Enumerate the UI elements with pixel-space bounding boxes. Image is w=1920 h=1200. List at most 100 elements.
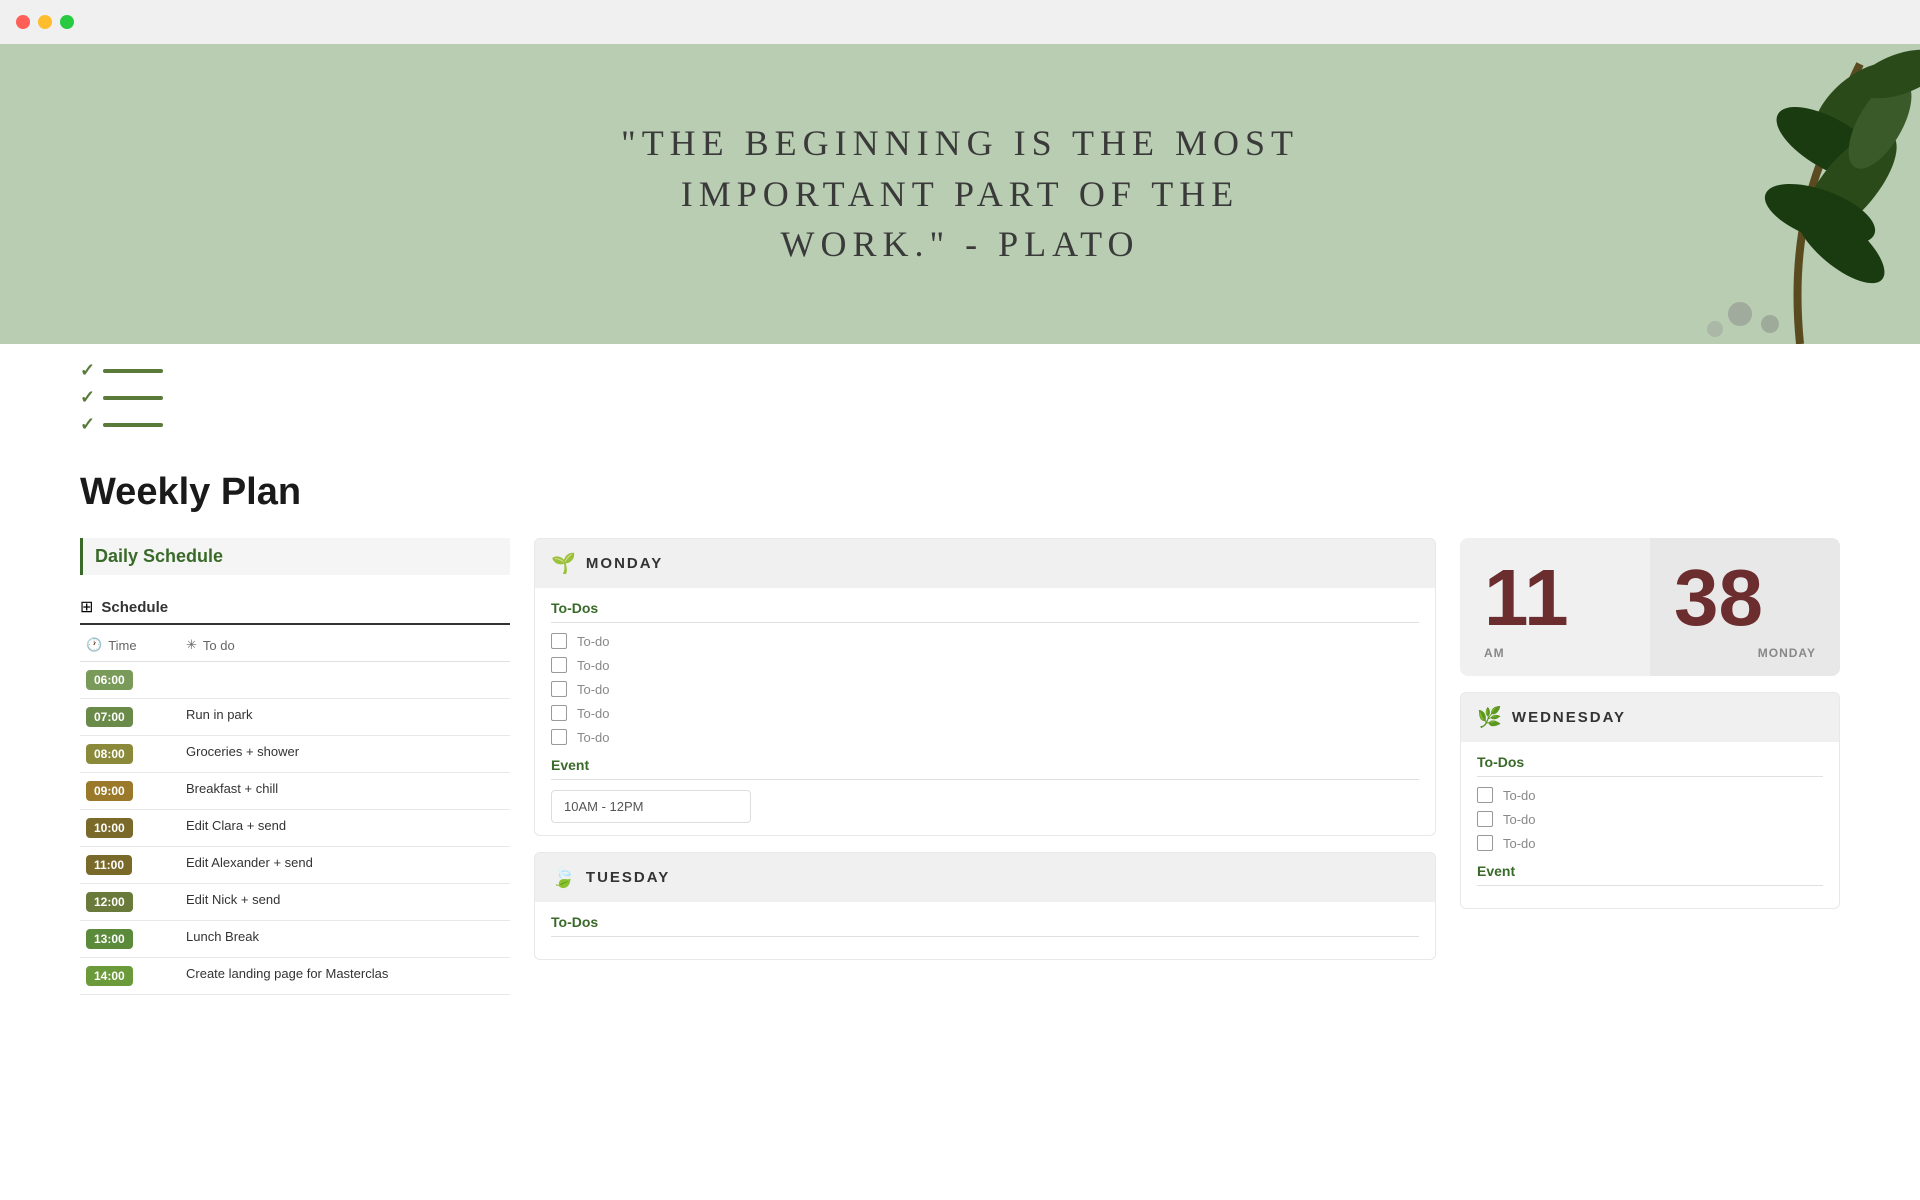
wednesday-event-label: Event xyxy=(1477,863,1823,886)
hero-plant-decoration xyxy=(1600,44,1920,344)
todo-item: To-do xyxy=(551,657,1419,673)
time-cell: 09:00 xyxy=(80,773,180,810)
close-button[interactable] xyxy=(16,15,30,29)
grid-icon: ⊞ xyxy=(80,597,93,617)
time-cell: 06:00 xyxy=(80,662,180,699)
left-column: Daily Schedule ⊞ Schedule 🕐 Time ✳ To do xyxy=(80,538,510,995)
monday-event-label: Event xyxy=(551,757,1419,780)
monday-name: MONDAY xyxy=(586,555,663,572)
time-badge: 14:00 xyxy=(86,966,133,986)
clock-icon: 🕐 xyxy=(86,637,102,653)
todo-item: To-do xyxy=(551,681,1419,697)
task-cell: Groceries + shower xyxy=(180,736,510,773)
wednesday-icon: 🌿 xyxy=(1477,705,1502,730)
todo-text: To-do xyxy=(577,730,610,745)
tuesday-body: To-Dos xyxy=(535,902,1435,959)
checkbox[interactable] xyxy=(1477,787,1493,803)
monday-header: 🌱 MONDAY xyxy=(535,539,1435,588)
todo-item: To-do xyxy=(551,705,1419,721)
time-badge: 10:00 xyxy=(86,818,133,838)
right-column: 11 AM 38 MONDAY 🌿 WEDNESDAY To-Dos xyxy=(1460,538,1840,909)
time-cell: 13:00 xyxy=(80,921,180,958)
clock-period: AM xyxy=(1484,646,1626,660)
wednesday-body: To-Dos To-do To-do To-do Event xyxy=(1461,742,1839,908)
task-cell: Create landing page for Masterclas xyxy=(180,958,510,995)
monday-body: To-Dos To-do To-do To-do xyxy=(535,588,1435,835)
todo-item: To-do xyxy=(551,633,1419,649)
task-cell: Breakfast + chill xyxy=(180,773,510,810)
time-badge: 08:00 xyxy=(86,744,133,764)
checkbox[interactable] xyxy=(551,729,567,745)
task-cell: Lunch Break xyxy=(180,921,510,958)
monday-icon: 🌱 xyxy=(551,551,576,576)
section-header: Daily Schedule xyxy=(80,538,510,575)
time-cell: 14:00 xyxy=(80,958,180,995)
clock-hour-panel: 11 AM xyxy=(1460,538,1650,676)
monday-event-time[interactable]: 10AM - 12PM xyxy=(551,790,751,823)
wednesday-header: 🌿 WEDNESDAY xyxy=(1461,693,1839,742)
clock-minute: 38 xyxy=(1674,558,1816,638)
section-title: Daily Schedule xyxy=(95,546,223,567)
time-badge: 13:00 xyxy=(86,929,133,949)
checkbox[interactable] xyxy=(1477,835,1493,851)
todo-text: To-do xyxy=(577,658,610,673)
task-cell xyxy=(180,662,510,699)
monday-todos-label: To-Dos xyxy=(551,600,1419,623)
todo-text: To-do xyxy=(577,634,610,649)
tuesday-header: 🍃 TUESDAY xyxy=(535,853,1435,902)
checkbox[interactable] xyxy=(551,681,567,697)
minimize-button[interactable] xyxy=(38,15,52,29)
schedule-table: 🕐 Time ✳ To do 06:00 07:00 Run in park xyxy=(80,629,510,995)
todo-item: To-do xyxy=(1477,787,1823,803)
schedule-label: Schedule xyxy=(101,599,168,616)
time-badge: 09:00 xyxy=(86,781,133,801)
time-cell: 07:00 xyxy=(80,699,180,736)
time-cell: 08:00 xyxy=(80,736,180,773)
clock-hour: 11 xyxy=(1484,558,1626,638)
titlebar xyxy=(0,0,1920,44)
checkbox[interactable] xyxy=(551,657,567,673)
checklist-logo: ✓ ✓ ✓ xyxy=(80,360,1840,435)
task-cell: Edit Alexander + send xyxy=(180,847,510,884)
todo-item: To-do xyxy=(1477,835,1823,851)
time-badge: 06:00 xyxy=(86,670,133,690)
task-cell: Edit Nick + send xyxy=(180,884,510,921)
wednesday-card: 🌿 WEDNESDAY To-Dos To-do To-do xyxy=(1460,692,1840,909)
sun-icon: ✳ xyxy=(186,637,197,653)
tuesday-card: 🍃 TUESDAY To-Dos xyxy=(534,852,1436,960)
time-badge: 11:00 xyxy=(86,855,132,875)
todo-text: To-do xyxy=(1503,836,1536,851)
task-cell: Run in park xyxy=(180,699,510,736)
main-content: Weekly Plan Daily Schedule ⊞ Schedule 🕐 … xyxy=(0,451,1920,1015)
hero-quote: "The Beginning Is The Most Important Par… xyxy=(621,118,1299,269)
time-cell: 12:00 xyxy=(80,884,180,921)
logo-area: ✓ ✓ ✓ xyxy=(0,344,1920,451)
maximize-button[interactable] xyxy=(60,15,74,29)
page-title: Weekly Plan xyxy=(80,471,1840,514)
hero-banner: "The Beginning Is The Most Important Par… xyxy=(0,44,1920,344)
todo-text: To-do xyxy=(1503,788,1536,803)
task-cell: Edit Clara + send xyxy=(180,810,510,847)
time-badge: 12:00 xyxy=(86,892,133,912)
time-cell: 11:00 xyxy=(80,847,180,884)
tuesday-name: TUESDAY xyxy=(586,869,670,886)
monday-card: 🌱 MONDAY To-Dos To-do To-do To- xyxy=(534,538,1436,836)
time-cell: 10:00 xyxy=(80,810,180,847)
tuesday-todos-label: To-Dos xyxy=(551,914,1419,937)
clock-day: MONDAY xyxy=(1674,646,1816,660)
schedule-header: ⊞ Schedule xyxy=(80,591,510,625)
checkbox[interactable] xyxy=(551,705,567,721)
todo-text: To-do xyxy=(577,682,610,697)
todo-text: To-do xyxy=(1503,812,1536,827)
checkbox[interactable] xyxy=(551,633,567,649)
tuesday-icon: 🍃 xyxy=(551,865,576,890)
content-grid: Daily Schedule ⊞ Schedule 🕐 Time ✳ To do xyxy=(80,538,1840,995)
todo-item: To-do xyxy=(551,729,1419,745)
wednesday-todos-label: To-Dos xyxy=(1477,754,1823,777)
time-badge: 07:00 xyxy=(86,707,133,727)
middle-column: 🌱 MONDAY To-Dos To-do To-do To- xyxy=(534,538,1436,976)
wednesday-name: WEDNESDAY xyxy=(1512,709,1626,726)
checkbox[interactable] xyxy=(1477,811,1493,827)
clock-minute-panel: 38 MONDAY xyxy=(1650,538,1840,676)
clock-widget: 11 AM 38 MONDAY xyxy=(1460,538,1840,676)
